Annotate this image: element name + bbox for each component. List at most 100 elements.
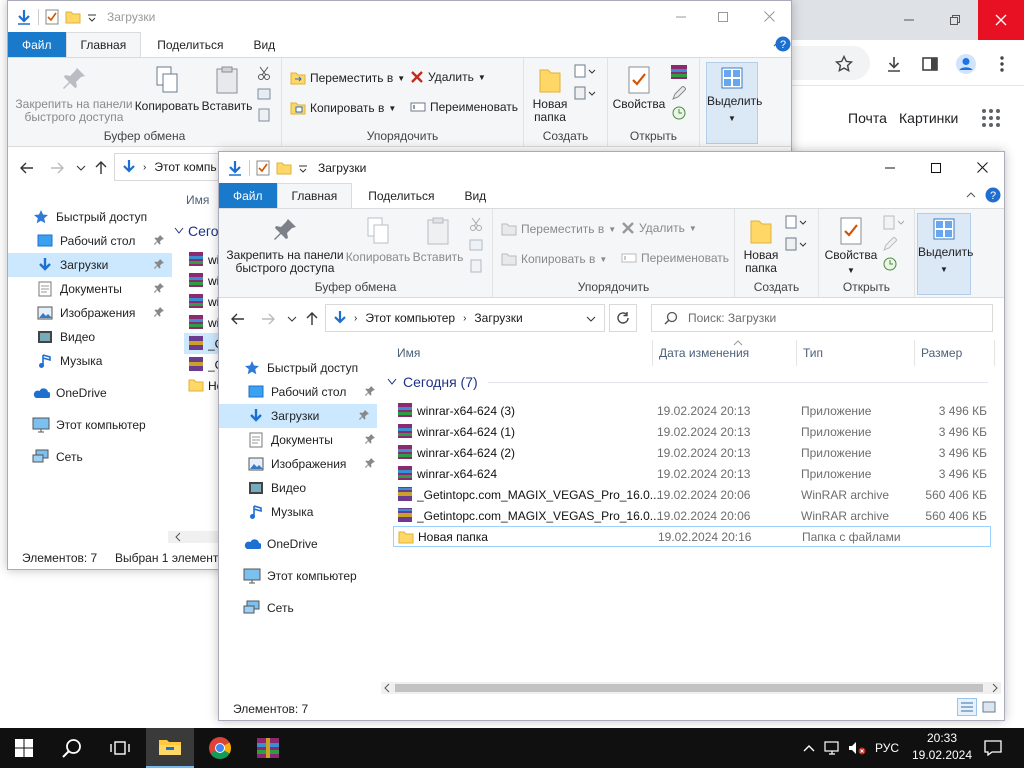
forward-button[interactable]	[257, 308, 279, 330]
recent-button[interactable]	[281, 308, 303, 330]
maximize-button[interactable]	[913, 152, 959, 183]
copy-to-button[interactable]: Копировать в ▼	[501, 251, 607, 267]
winrar-icon[interactable]	[670, 64, 688, 80]
chrome-menu-icon[interactable]	[988, 50, 1016, 78]
copy-button[interactable]: Копировать	[345, 217, 411, 264]
tab-share[interactable]: Поделиться	[141, 32, 239, 57]
nav-network[interactable]: Сеть	[32, 445, 172, 469]
down-arrow-icon[interactable]	[227, 160, 243, 176]
nav-desktop[interactable]: Рабочий стол	[247, 380, 383, 404]
horizontal-scrollbar[interactable]	[381, 682, 1001, 694]
history-icon[interactable]	[672, 106, 686, 120]
up-button[interactable]	[301, 308, 323, 330]
group-today[interactable]: Сегодня (7)	[387, 374, 988, 390]
pin-quick-access-button[interactable]: Закрепить на панели быстрого доступа	[225, 217, 345, 275]
delete-button[interactable]: Удалить ▼	[410, 70, 486, 84]
breadcrumb-this-pc[interactable]: Этот компьютер	[365, 311, 455, 325]
google-images-link[interactable]: Картинки	[899, 110, 958, 126]
column-size[interactable]: Размер	[915, 340, 995, 366]
new-folder-button[interactable]: Новая папка	[741, 217, 781, 275]
file-row[interactable]: winrar-x64-624 (2) 19.02.2024 20:13 Прил…	[393, 442, 991, 463]
column-date-modified[interactable]: Дата изменения	[653, 340, 797, 366]
chevron-down-icon[interactable]	[87, 12, 97, 22]
address-bar[interactable]: › Этот компьютер › Загрузки	[325, 304, 605, 332]
forward-button[interactable]	[46, 157, 68, 179]
scroll-left-icon[interactable]	[383, 683, 391, 693]
tab-share[interactable]: Поделиться	[352, 183, 450, 208]
chevron-down-icon[interactable]	[586, 315, 596, 323]
search-box[interactable]: Поиск: Загрузки	[651, 304, 993, 332]
properties-button[interactable]: Свойства	[612, 66, 666, 111]
folder-icon[interactable]	[65, 10, 81, 24]
paste-shortcut-icon[interactable]	[469, 259, 483, 273]
side-panel-icon[interactable]	[916, 50, 944, 78]
action-center-button[interactable]	[978, 728, 1008, 768]
minimize-button[interactable]	[658, 1, 704, 32]
large-icons-view-button[interactable]	[979, 698, 999, 716]
new-folder-button[interactable]: Новая папка	[530, 66, 570, 124]
minimize-button[interactable]	[867, 152, 913, 183]
paste-shortcut-icon[interactable]	[257, 108, 271, 122]
column-name[interactable]: Имя	[180, 187, 209, 213]
show-hidden-icons-button[interactable]	[798, 728, 820, 768]
paste-button[interactable]: Вставить	[411, 217, 465, 264]
properties-icon[interactable]	[45, 9, 59, 25]
copy-path-icon[interactable]	[257, 88, 271, 100]
move-to-button[interactable]: Переместить в ▼	[290, 70, 405, 86]
nav-desktop[interactable]: Рабочий стол	[36, 229, 172, 253]
chevron-down-icon[interactable]	[298, 163, 308, 173]
language-indicator[interactable]: РУС	[870, 728, 904, 768]
nav-downloads[interactable]: Загрузки	[8, 253, 172, 277]
cut-icon[interactable]	[469, 217, 483, 231]
file-row[interactable]: winrar-x64-624 19.02.2024 20:13 Приложен…	[393, 463, 991, 484]
nav-pictures[interactable]: Изображения	[247, 452, 383, 476]
folder-icon[interactable]	[276, 161, 292, 175]
nav-music[interactable]: Музыка	[247, 500, 383, 524]
open-icon[interactable]	[883, 215, 905, 231]
file-row-selected[interactable]: Новая папка 19.02.2024 20:16 Папка с фай…	[393, 526, 991, 547]
properties-icon[interactable]	[256, 160, 270, 176]
move-to-button[interactable]: Переместить в ▼	[501, 221, 616, 237]
volume-muted-icon[interactable]	[846, 728, 868, 768]
new-item-icon[interactable]	[785, 215, 807, 231]
bookmark-star-icon[interactable]	[830, 50, 858, 78]
file-row[interactable]: _Getintopc.com_MAGIX_VEGAS_Pro_16.0... 1…	[393, 484, 991, 505]
tab-home[interactable]: Главная	[276, 183, 353, 208]
search-button[interactable]	[48, 728, 96, 768]
nav-quick-access[interactable]: Быстрый доступ	[243, 356, 383, 380]
down-arrow-icon[interactable]	[16, 9, 32, 25]
nav-documents[interactable]: Документы	[36, 277, 172, 301]
tab-file[interactable]: Файл	[219, 183, 277, 208]
nav-onedrive[interactable]: OneDrive	[243, 532, 383, 556]
details-view-button[interactable]	[957, 698, 977, 716]
nav-quick-access[interactable]: Быстрый доступ	[32, 205, 172, 229]
help-icon[interactable]: ?	[775, 36, 791, 52]
nav-onedrive[interactable]: OneDrive	[32, 381, 172, 405]
column-type[interactable]: Тип	[797, 340, 915, 366]
tab-view[interactable]: Вид	[450, 183, 500, 208]
edit-icon[interactable]	[883, 237, 897, 251]
scrollbar-thumb[interactable]	[395, 684, 983, 692]
task-view-button[interactable]	[96, 728, 144, 768]
delete-button[interactable]: Удалить ▼	[621, 221, 697, 235]
easy-access-icon[interactable]	[785, 237, 807, 253]
paste-button[interactable]: Вставить	[200, 66, 254, 113]
help-icon[interactable]: ?	[985, 187, 1001, 203]
tab-file[interactable]: Файл	[8, 32, 66, 57]
history-icon[interactable]	[883, 257, 897, 271]
nav-network[interactable]: Сеть	[243, 596, 383, 620]
tab-home[interactable]: Главная	[65, 32, 142, 57]
back-button[interactable]	[16, 157, 38, 179]
column-name[interactable]: Имя	[391, 340, 653, 366]
select-button[interactable]: Выделить ▼	[917, 213, 973, 295]
winrar-taskbar-button[interactable]	[244, 728, 292, 768]
download-icon[interactable]	[880, 50, 908, 78]
nav-videos[interactable]: Видео	[247, 476, 383, 500]
start-button[interactable]	[0, 728, 48, 768]
pin-quick-access-button[interactable]: Закрепить на панели быстрого доступа	[12, 66, 136, 124]
file-row[interactable]: winrar-x64-624 (3) 19.02.2024 20:13 Прил…	[393, 400, 991, 421]
nav-music[interactable]: Музыка	[36, 349, 172, 373]
scroll-right-icon[interactable]	[991, 683, 999, 693]
file-row[interactable]: winrar-x64-624 (1) 19.02.2024 20:13 Прил…	[393, 421, 991, 442]
nav-videos[interactable]: Видео	[36, 325, 172, 349]
